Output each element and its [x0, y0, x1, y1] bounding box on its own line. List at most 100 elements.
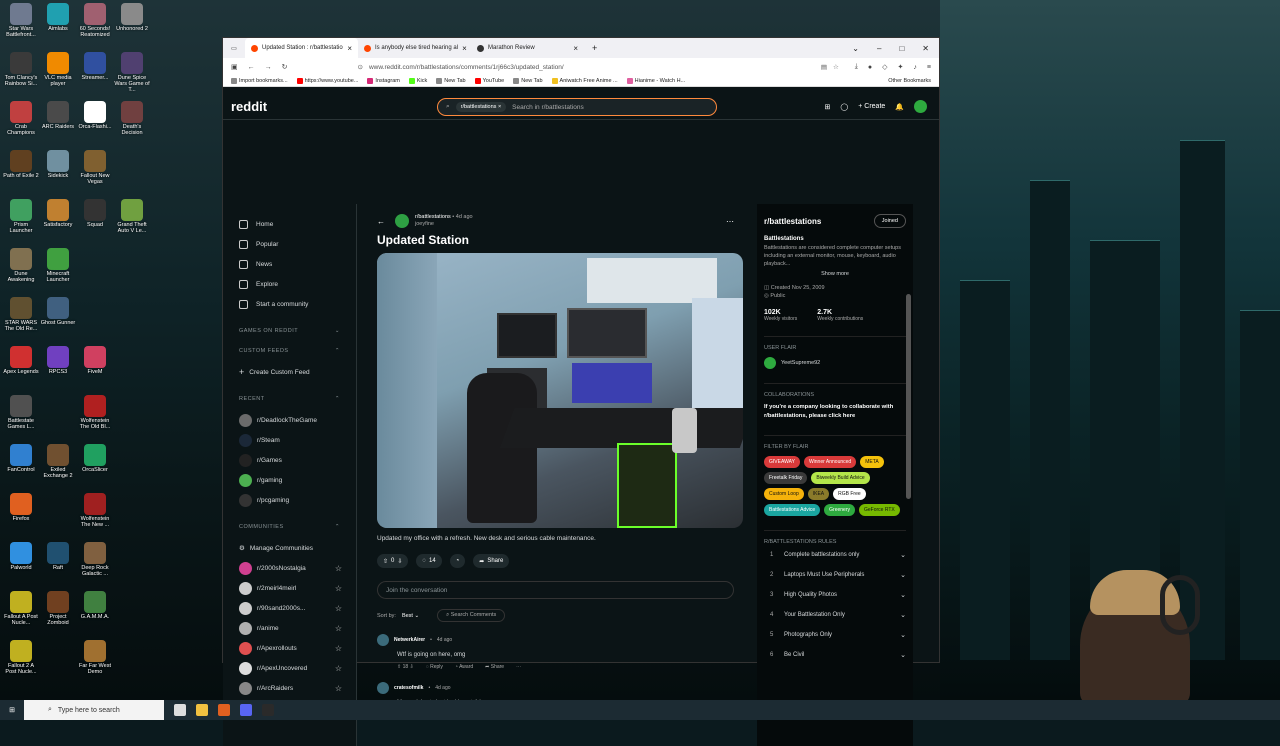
forward-icon[interactable]: →	[265, 64, 272, 71]
post-subreddit-link[interactable]: r/battlestations	[415, 214, 451, 220]
tab-list-icon[interactable]: ⌄	[852, 44, 859, 53]
community-item[interactable]: r/pcgaming	[239, 490, 356, 510]
rule-item[interactable]: 2 Laptops Must Use Peripherals ⌄	[764, 565, 906, 585]
desktop-icon[interactable]: Orca-Flashi...	[76, 101, 114, 130]
desktop-icon[interactable]: Crab Champions	[2, 101, 40, 136]
rule-item[interactable]: 6 Be Civil ⌄	[764, 645, 906, 665]
discord-taskbar-icon[interactable]	[240, 704, 252, 716]
favorite-star-icon[interactable]: ☆	[335, 584, 342, 593]
flair-chip[interactable]: IKEA	[807, 488, 830, 500]
comment-author[interactable]: cratesofmilk	[394, 685, 423, 691]
close-window-icon[interactable]: ✕	[922, 44, 929, 53]
rule-item[interactable]: 3 High Quality Photos ⌄	[764, 585, 906, 605]
flair-chip[interactable]: Winner Announced	[803, 456, 857, 468]
desktop-icon[interactable]: Unhonored 2	[113, 3, 151, 32]
sidebar-toggle-icon[interactable]: ▣	[231, 63, 238, 71]
desktop-icon[interactable]: Minecraft Launcher	[39, 248, 77, 283]
bookmark-item[interactable]: New Tab	[513, 78, 543, 84]
close-tab-icon[interactable]: ×	[347, 44, 352, 53]
desktop-icon[interactable]: Fallout A Post Nucle...	[2, 591, 40, 626]
flair-chip[interactable]: META	[860, 456, 884, 468]
flair-chip[interactable]: GIVEAWAY	[764, 456, 800, 468]
sidebar-item-start-a-community[interactable]: Start a community	[239, 294, 356, 314]
upvote-icon[interactable]: ⇧	[383, 558, 388, 565]
commenter-avatar[interactable]	[377, 634, 389, 646]
desktop-icon[interactable]: Fallout New Vegas	[76, 150, 114, 185]
search-comments-input[interactable]: ⌕ Search Comments	[437, 609, 506, 622]
flair-chip[interactable]: Biweekly Build Advice	[811, 472, 870, 484]
notifications-icon[interactable]: 🔔	[895, 103, 904, 111]
desktop-icon[interactable]: Wolfenstein The New ...	[76, 493, 114, 528]
back-arrow-icon[interactable]: ←	[377, 217, 385, 226]
sidebar-item-home[interactable]: Home	[239, 214, 356, 234]
desktop-icon[interactable]: Path of Exile 2	[2, 150, 40, 179]
other-bookmarks[interactable]: Other Bookmarks	[888, 78, 931, 84]
flair-chip[interactable]: Greenery	[824, 504, 855, 516]
ads-icon[interactable]: ⊞	[825, 103, 831, 111]
share-button[interactable]: ➦ Share	[473, 554, 510, 568]
back-icon[interactable]: ←	[248, 64, 255, 71]
community-item[interactable]: r/90sand2000s... ☆	[239, 598, 356, 618]
rule-item[interactable]: 5 Photographs Only ⌄	[764, 625, 906, 645]
account-icon[interactable]: ●	[868, 64, 872, 71]
bookmark-item[interactable]: New Tab	[436, 78, 466, 84]
avatar[interactable]	[914, 100, 927, 113]
create-custom-feed-button[interactable]: + Create Custom Feed	[239, 362, 356, 382]
extensions-icon[interactable]: ✦	[898, 63, 904, 71]
commenter-avatar[interactable]	[377, 682, 389, 694]
favorite-star-icon[interactable]: ☆	[335, 624, 342, 633]
community-item[interactable]: r/Steam	[239, 430, 356, 450]
community-item[interactable]: r/DeadlockTheGame	[239, 410, 356, 430]
desktop-icon[interactable]: Dune Awakening	[2, 248, 40, 283]
tab-overview-icon[interactable]: ▭	[223, 45, 245, 52]
desktop-icon[interactable]: Firefox	[2, 493, 40, 522]
desktop-icon[interactable]: Project Zomboid	[39, 591, 77, 626]
community-item[interactable]: r/Apexrollouts ☆	[239, 638, 356, 658]
community-item[interactable]: r/2000sNostalgia ☆	[239, 558, 356, 578]
address-bar[interactable]: ⊙ www.reddit.com/r/battlestations/commen…	[358, 60, 839, 74]
desktop-icon[interactable]: Ghost Gunner	[39, 297, 77, 326]
close-tab-icon[interactable]: ×	[573, 44, 578, 53]
community-item[interactable]: r/2meirl4meirl ☆	[239, 578, 356, 598]
desktop-icon[interactable]: Aimlabs	[39, 3, 77, 32]
sidebar-item-news[interactable]: News	[239, 254, 356, 274]
desktop-icon[interactable]: Death's Decision	[113, 101, 151, 136]
bookmark-item[interactable]: YouTube	[474, 78, 504, 84]
desktop-icon[interactable]: 60 Seconds! Reatomized	[76, 3, 114, 38]
desktop-icon[interactable]: RPCS3	[39, 346, 77, 375]
task-view-icon[interactable]	[174, 704, 186, 716]
reload-icon[interactable]: ↻	[282, 63, 288, 71]
create-button[interactable]: + Create	[858, 103, 885, 110]
community-item[interactable]: r/ApexUncovered ☆	[239, 658, 356, 678]
comment-input[interactable]: Join the conversation	[377, 581, 734, 599]
desktop-icon[interactable]: Squad	[76, 199, 114, 228]
desktop-icon[interactable]: Tom Clancy's Rainbow Si...	[2, 52, 40, 87]
favorite-star-icon[interactable]: ☆	[335, 684, 342, 693]
close-tab-icon[interactable]: ×	[462, 44, 467, 53]
bookmark-item[interactable]: Instagram	[367, 78, 400, 84]
tab-tired-hearing[interactable]: Is anybody else tired hearing al ×	[358, 38, 471, 58]
firefox-taskbar-icon[interactable]	[218, 704, 230, 716]
rule-item[interactable]: 4 Your Battlestation Only ⌄	[764, 605, 906, 625]
user-flair[interactable]: YeetSupreme92	[764, 357, 906, 369]
desktop-icon[interactable]: Deep Rock Galactic ...	[76, 542, 114, 577]
desktop-icon[interactable]: ARC Raiders	[39, 101, 77, 130]
section-games[interactable]: GAMES ON REDDIT ⌄	[239, 328, 356, 334]
bookmark-item[interactable]: Hianime - Watch H...	[626, 78, 685, 84]
desktop-icon[interactable]: Palworld	[2, 542, 40, 571]
section-custom-feeds[interactable]: CUSTOM FEEDS ⌃	[239, 348, 356, 354]
reply-button[interactable]: ◌ Reply	[426, 664, 443, 670]
desktop-icon[interactable]: FanControl	[2, 444, 40, 473]
desktop-icon[interactable]: VLC media player	[39, 52, 77, 87]
vote-control[interactable]: ⇧ 0 ⇩	[377, 554, 409, 568]
desktop-icon[interactable]: Exiled Exchange 2	[39, 444, 77, 479]
desktop-icon[interactable]: Apex Legends	[2, 346, 40, 375]
reddit-logo[interactable]: reddit	[231, 99, 267, 114]
flair-chip[interactable]: Freetalk Friday	[764, 472, 808, 484]
desktop-icon[interactable]: G.A.M.M.A.	[76, 591, 114, 620]
favorite-star-icon[interactable]: ☆	[335, 604, 342, 613]
desktop-icon[interactable]: Far Far West Demo	[76, 640, 114, 675]
flair-chip[interactable]: RGB Free	[833, 488, 866, 500]
start-icon[interactable]: ⊞	[0, 706, 24, 714]
desktop-icon[interactable]: Grand Theft Auto V Le...	[113, 199, 151, 234]
